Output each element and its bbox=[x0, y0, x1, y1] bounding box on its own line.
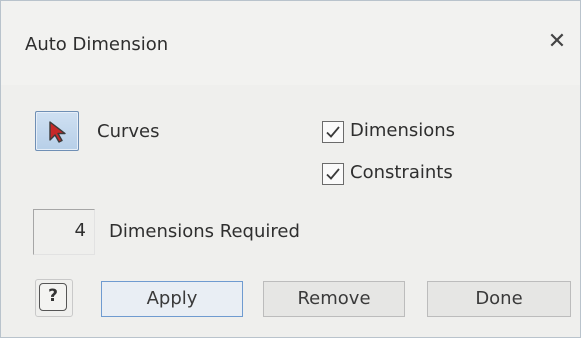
done-button[interactable]: Done bbox=[427, 281, 571, 317]
auto-dimension-dialog: Auto Dimension ✕ Curves Dimensions Const… bbox=[0, 0, 581, 338]
constraints-label: Constraints bbox=[350, 162, 453, 183]
dialog-title: Auto Dimension bbox=[25, 34, 169, 55]
help-icon[interactable]: ? bbox=[35, 279, 73, 317]
constraints-checkbox[interactable] bbox=[322, 163, 344, 185]
close-icon[interactable]: ✕ bbox=[546, 31, 568, 53]
title-bar: Auto Dimension ✕ bbox=[1, 1, 580, 85]
curves-select-button[interactable] bbox=[35, 111, 79, 151]
curves-label: Curves bbox=[97, 121, 160, 142]
checkmark-icon bbox=[326, 168, 340, 180]
select-arrow-icon bbox=[49, 121, 66, 143]
dimensions-label: Dimensions bbox=[350, 120, 456, 141]
remove-button[interactable]: Remove bbox=[263, 281, 405, 317]
checkmark-icon bbox=[326, 126, 340, 138]
dimensions-required-count: 4 bbox=[33, 209, 95, 255]
dimensions-checkbox[interactable] bbox=[322, 121, 344, 143]
dimensions-required-label: Dimensions Required bbox=[109, 221, 300, 242]
apply-button[interactable]: Apply bbox=[101, 281, 243, 317]
